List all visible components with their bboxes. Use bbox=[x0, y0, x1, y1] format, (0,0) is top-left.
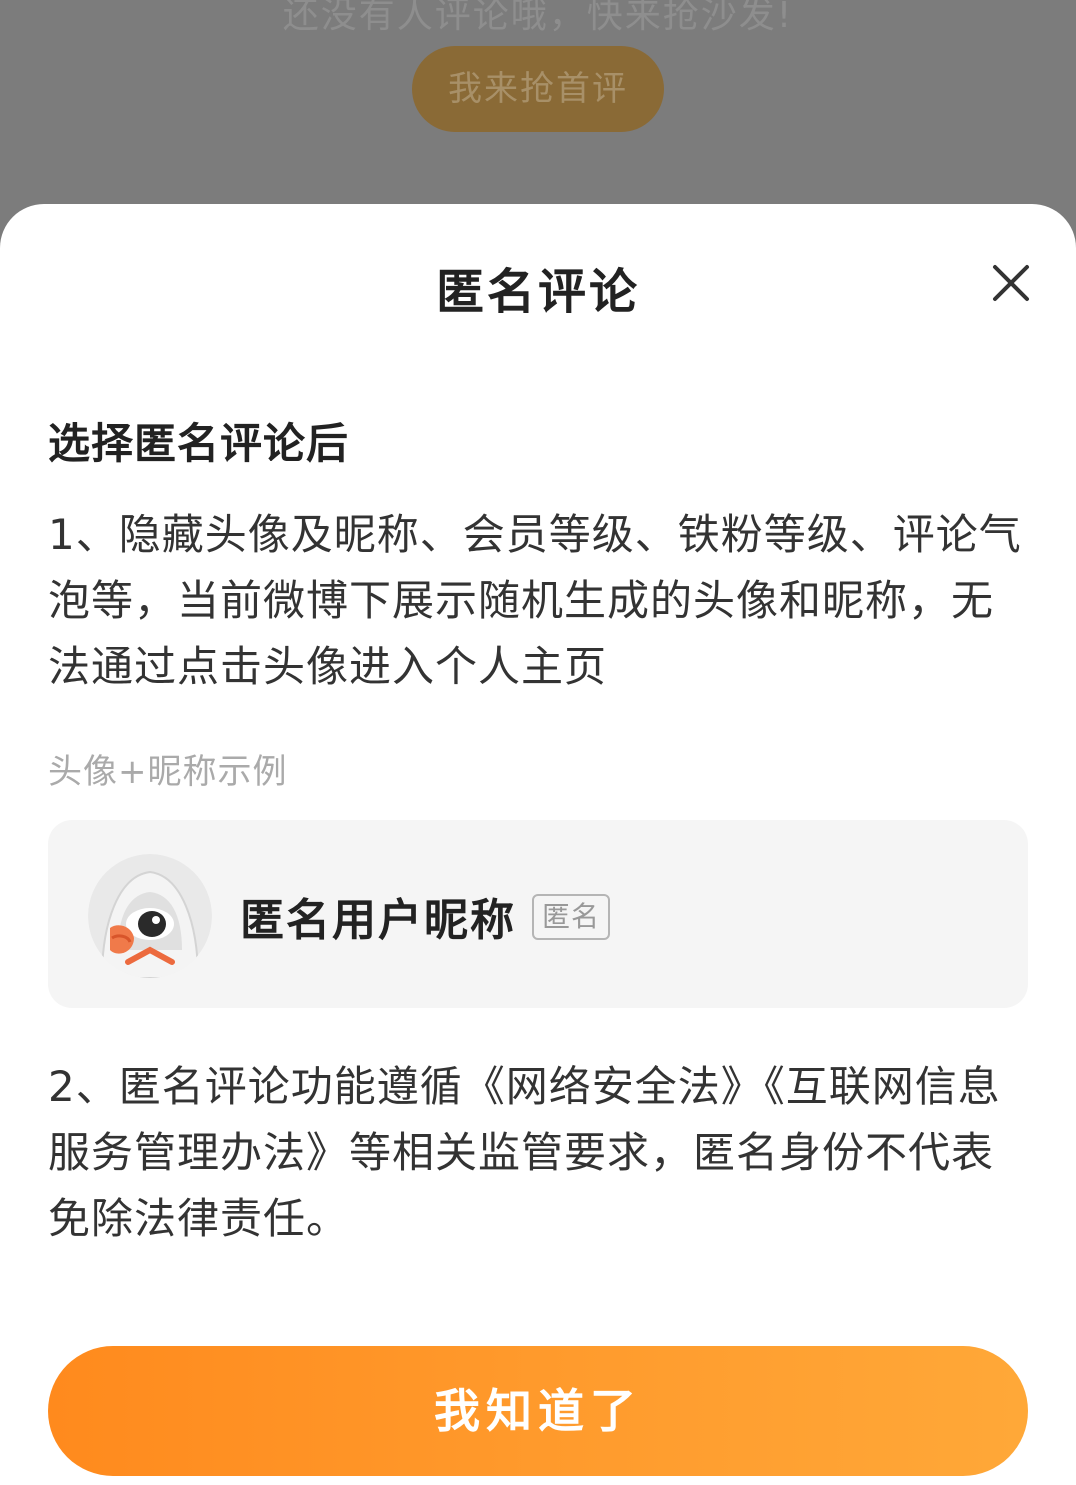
empty-comments-hint: 还没有人评论哦，快来抢沙发! bbox=[282, 0, 794, 36]
anonymous-badge: 匿名 bbox=[532, 894, 611, 940]
anonymous-comment-sheet: 匿名评论 选择匿名评论后 1、隐藏头像及昵称、会员等级、铁粉等级、评论气泡等，当… bbox=[0, 204, 1076, 1485]
confirm-button[interactable]: 我知道了 bbox=[48, 1346, 1028, 1476]
close-icon bbox=[993, 265, 1029, 301]
close-button[interactable] bbox=[984, 256, 1038, 310]
example-card: 匿名用户昵称 匿名 bbox=[48, 820, 1028, 1008]
first-comment-button: 我来抢首评 bbox=[412, 46, 664, 132]
hooded-anonymous-avatar-icon bbox=[88, 854, 212, 978]
example-caption: 头像+昵称示例 bbox=[48, 752, 288, 792]
example-nickname: 匿名用户昵称 bbox=[240, 895, 516, 946]
sheet-title: 匿名评论 bbox=[435, 264, 640, 320]
section-heading: 选择匿名评论后 bbox=[48, 419, 350, 468]
rule-point-2: 2、匿名评论功能遵循《网络安全法》《互联网信息服务管理办法》等相关监管要求，匿名… bbox=[48, 1062, 1001, 1243]
rule-point-1: 1、隐藏头像及昵称、会员等级、铁粉等级、评论气泡等，当前微博下展示随机生成的头像… bbox=[48, 510, 1022, 691]
avatar bbox=[88, 854, 212, 978]
